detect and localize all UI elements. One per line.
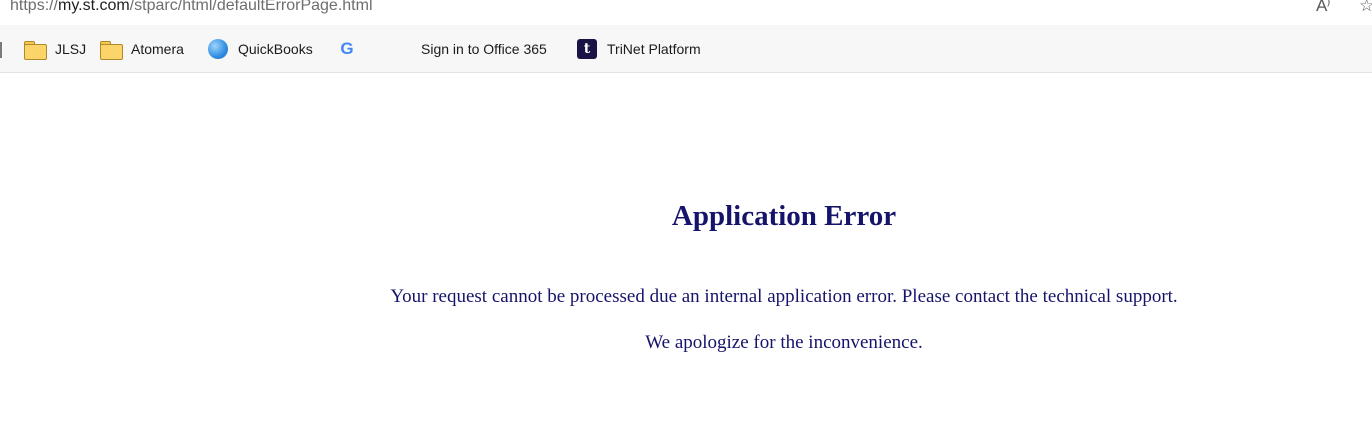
folder-icon (100, 40, 123, 60)
bookmark-label: Atomera (131, 41, 184, 57)
bookmark-atomera[interactable]: Atomera (100, 38, 184, 60)
google-icon: G (340, 39, 354, 58)
bookmark-office-365[interactable]: Sign in to Office 365 (391, 38, 547, 60)
url-text[interactable]: https://my.st.com/stparc/html/defaultErr… (10, 0, 373, 17)
url-scheme: https:// (10, 0, 59, 14)
read-aloud-icon[interactable]: A⁾ (1316, 0, 1330, 16)
quickbooks-icon (208, 39, 228, 59)
microsoft-icon (391, 39, 411, 59)
apology-message: We apologize for the inconvenience. (645, 332, 923, 353)
bookmarks-separator (0, 42, 2, 58)
folder-icon (24, 40, 47, 60)
bookmark-label: JLSJ (55, 41, 87, 57)
error-title: Application Error (671, 200, 897, 232)
error-message: Your request cannot be processed due an … (390, 286, 1178, 307)
bookmark-google[interactable]: G (338, 38, 366, 60)
bookmark-label: TriNet Platform (607, 41, 701, 57)
bookmark-trinet[interactable]: t TriNet Platform (577, 38, 701, 60)
trinet-icon: t (577, 39, 597, 59)
url-path: /stparc/html/defaultErrorPage.html (129, 0, 373, 14)
bookmarks-bar: JLSJ Atomera QuickBooks G Sign in to Off… (0, 25, 1372, 73)
favorite-star-icon[interactable]: ☆ (1359, 0, 1372, 16)
bookmark-quickbooks[interactable]: QuickBooks (208, 38, 313, 60)
bookmark-label: Sign in to Office 365 (421, 41, 547, 57)
address-bar[interactable]: https://my.st.com/stparc/html/defaultErr… (0, 0, 1372, 25)
bookmark-jlsj[interactable]: JLSJ (24, 38, 86, 60)
url-host: my.st.com (58, 0, 130, 14)
bookmark-label: QuickBooks (238, 41, 313, 57)
